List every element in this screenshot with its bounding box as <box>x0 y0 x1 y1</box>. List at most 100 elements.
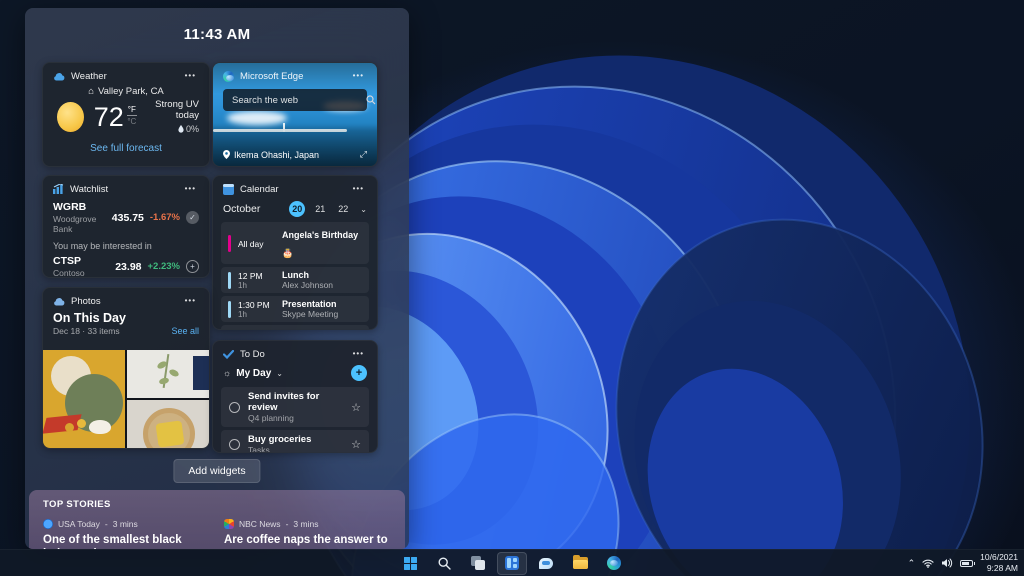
calendar-event[interactable]: 12 PM 1h Lunch Alex Johnson <box>221 267 369 293</box>
taskbar-search-button[interactable] <box>429 552 459 575</box>
event-title: Presentation <box>282 299 338 309</box>
add-widgets-button[interactable]: Add widgets <box>173 459 260 483</box>
task-row[interactable]: Send invites for review Q4 planning ☆ <box>221 387 369 427</box>
widgets-panel: 11:43 AM Weather ••• ⌂ Valley Park, CA 7… <box>25 8 409 549</box>
watchlist-widget[interactable]: Watchlist ••• WGRB Woodgrove Bank 435.75… <box>42 175 210 278</box>
task-row[interactable]: Buy groceries Tasks ☆ <box>221 430 369 453</box>
calendar-chevron-down-icon[interactable]: ⌄ <box>360 205 367 214</box>
stock-added-check-icon[interactable]: ✓ <box>186 211 199 224</box>
weather-temperature: 72 <box>94 103 124 131</box>
stock-row[interactable]: WGRB Woodgrove Bank 435.75 -1.67% ✓ <box>43 198 209 234</box>
search-input[interactable] <box>230 94 366 107</box>
weather-widget[interactable]: Weather ••• ⌂ Valley Park, CA 72 °F °C <box>42 62 210 167</box>
date-pill-selected[interactable]: 20 <box>289 201 305 217</box>
wifi-icon[interactable] <box>922 559 934 568</box>
widgets-button[interactable] <box>497 552 527 575</box>
calendar-title: Calendar <box>240 184 279 195</box>
chat-button[interactable] <box>531 552 561 575</box>
event-time: 6:00 PM <box>238 329 275 331</box>
story-age: 3 mins <box>293 519 318 529</box>
task-view-icon <box>471 556 486 571</box>
photos-heading: On This Day <box>43 310 209 325</box>
todo-list-selector[interactable]: My Day <box>236 368 271 379</box>
todo-title: To Do <box>240 349 265 360</box>
tray-clock[interactable]: 10/6/2021 9:28 AM <box>980 552 1018 573</box>
add-task-button[interactable]: + <box>351 365 367 381</box>
photos-menu-button[interactable]: ••• <box>182 295 199 307</box>
start-button[interactable] <box>395 552 425 575</box>
event-time: 12 PM <box>238 271 275 281</box>
calendar-event[interactable]: 1:30 PM 1h Presentation Skype Meeting <box>221 296 369 322</box>
todo-check-icon <box>223 350 234 359</box>
unit-celsius[interactable]: °C <box>127 117 136 126</box>
weather-condition: Strong UV today <box>137 99 199 121</box>
folder-icon <box>573 557 588 569</box>
calendar-widget[interactable]: Calendar ••• October 20 21 22 ⌄ All day … <box>212 175 378 330</box>
stock-price: 23.98 <box>115 261 141 273</box>
unit-fahrenheit[interactable]: °F <box>128 105 136 114</box>
story-headline[interactable]: Are coffee naps the answer to your <box>224 533 391 549</box>
date-pill[interactable]: 22 <box>335 201 351 217</box>
task-complete-circle[interactable] <box>229 402 240 413</box>
file-explorer-button[interactable] <box>565 552 595 575</box>
story-source: NBC News <box>239 519 281 529</box>
event-subtitle: Alex Johnson <box>282 280 333 290</box>
sun-icon <box>57 102 84 132</box>
unit-toggle[interactable]: °F °C <box>127 105 137 126</box>
photos-title: Photos <box>71 296 101 307</box>
widgets-icon <box>505 556 519 570</box>
edge-search-box[interactable] <box>223 89 367 111</box>
story-headline[interactable]: One of the smallest black holes and <box>43 533 210 549</box>
task-star-icon[interactable]: ☆ <box>351 438 361 451</box>
nbc-news-logo-icon <box>224 519 234 529</box>
chat-icon <box>539 558 553 569</box>
stock-symbol: WGRB <box>53 201 112 213</box>
event-duration: 1h <box>238 310 275 319</box>
search-icon <box>438 557 451 570</box>
todo-menu-button[interactable]: ••• <box>350 348 367 360</box>
stock-name: Contoso <box>53 268 85 278</box>
date-pill[interactable]: 21 <box>312 201 328 217</box>
tray-time: 9:28 AM <box>980 563 1018 574</box>
calendar-menu-button[interactable]: ••• <box>350 183 367 195</box>
system-tray: ⌃ 10/6/2021 9:28 AM <box>908 550 1018 576</box>
story-card[interactable]: NBC News - 3 mins Are coffee naps the an… <box>224 519 391 549</box>
story-card[interactable]: USA Today - 3 mins One of the smallest b… <box>43 519 210 549</box>
weather-menu-button[interactable]: ••• <box>182 70 199 82</box>
task-view-button[interactable] <box>463 552 493 575</box>
stock-change: +2.23% <box>148 261 181 272</box>
weather-title: Weather <box>71 71 107 82</box>
see-all-link[interactable]: See all <box>171 326 199 336</box>
calendar-icon <box>223 184 234 195</box>
stock-add-plus-icon[interactable]: + <box>186 260 199 273</box>
taskbar: ⌃ 10/6/2021 9:28 AM <box>0 549 1024 576</box>
battery-icon[interactable] <box>960 560 973 567</box>
photos-cloud-icon <box>53 297 65 306</box>
calendar-event[interactable]: 6:00 PM 3h Studio Time Conf Rm 32/35 <box>221 325 369 330</box>
photo-collage[interactable] <box>43 350 209 448</box>
volume-icon[interactable] <box>941 558 953 568</box>
task-complete-circle[interactable] <box>229 439 240 450</box>
edge-browser-button[interactable] <box>599 552 629 575</box>
windows-logo-icon <box>404 557 417 570</box>
photos-widget[interactable]: Photos ••• On This Day Dec 18 · 33 items… <box>42 287 210 449</box>
task-star-icon[interactable]: ☆ <box>351 401 361 414</box>
event-title: Studio Time <box>282 328 339 330</box>
photo-thumbnail[interactable] <box>43 350 125 448</box>
watchlist-menu-button[interactable]: ••• <box>182 183 199 195</box>
home-icon: ⌂ <box>88 86 94 97</box>
task-title: Send invites for review <box>248 391 343 413</box>
edge-widget[interactable]: Microsoft Edge ••• Ikema Ohashi, Japan ⤢ <box>212 62 378 167</box>
photo-thumbnail[interactable] <box>127 350 209 398</box>
todo-chevron-down-icon[interactable]: ⌄ <box>276 369 283 378</box>
weather-location: Valley Park, CA <box>98 86 164 97</box>
task-title: Buy groceries <box>248 434 311 445</box>
expand-icon[interactable]: ⤢ <box>360 149 367 160</box>
edge-menu-button[interactable]: ••• <box>350 70 367 82</box>
see-full-forecast-link[interactable]: See full forecast <box>43 143 209 154</box>
tray-chevron-up-icon[interactable]: ⌃ <box>908 558 916 569</box>
calendar-event[interactable]: All day Angela's Birthday 🎂 <box>221 222 369 264</box>
photo-thumbnail[interactable] <box>127 400 209 448</box>
stock-row[interactable]: CTSP Contoso 23.98 +2.23% + <box>43 255 209 278</box>
todo-widget[interactable]: To Do ••• ☼ My Day ⌄ + Send invites for … <box>212 340 378 453</box>
